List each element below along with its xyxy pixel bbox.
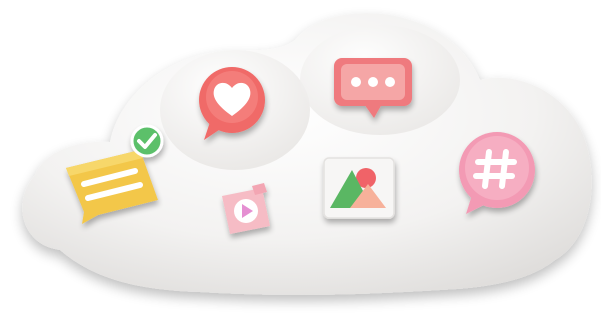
check-badge-icon — [130, 124, 164, 158]
social-media-cloud-illustration — [0, 0, 601, 314]
cloud-scene-svg — [22, 13, 592, 295]
image-picture-icon — [323, 157, 395, 219]
